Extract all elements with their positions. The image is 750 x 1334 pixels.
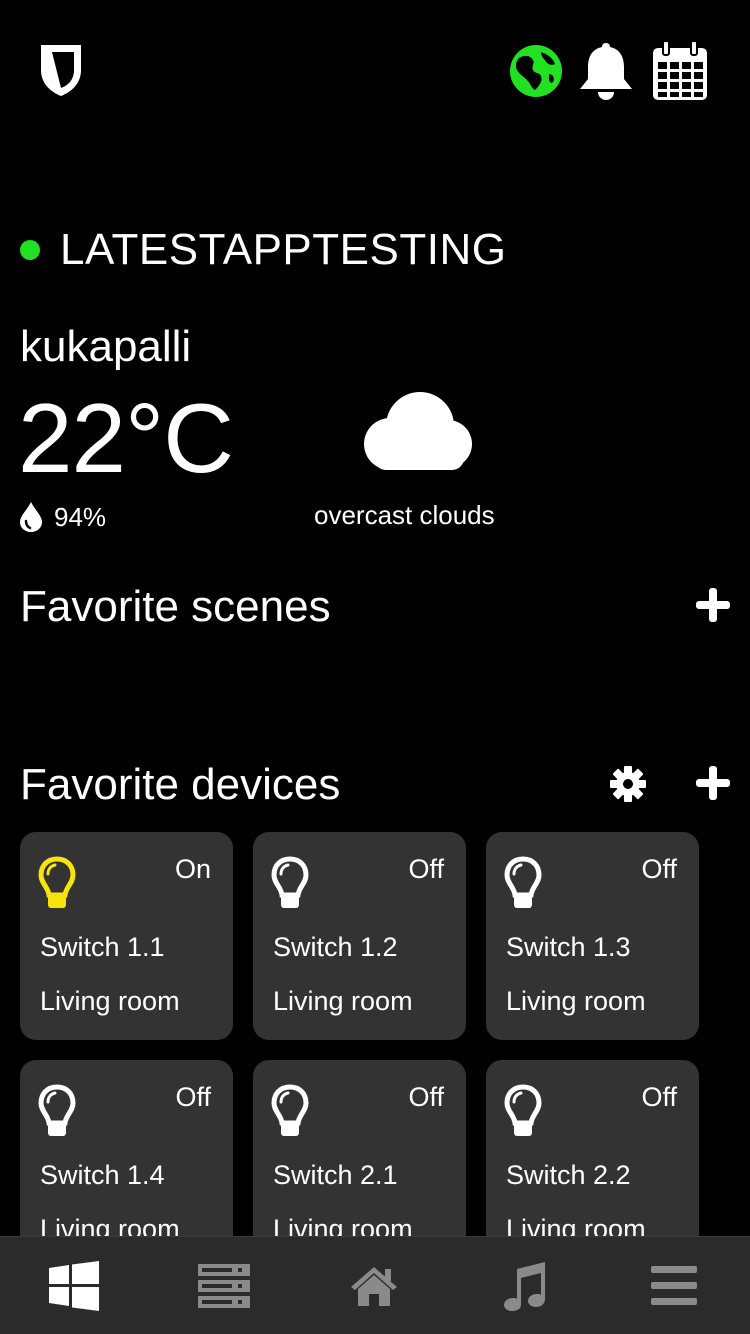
home-name: LATESTAPPTESTING [60,225,507,274]
weather-temperature: 22°C [18,383,234,493]
humidity-value: 94% [54,501,107,532]
device-name: Switch 1.4 [40,1160,165,1190]
device-state: Off [175,1082,211,1112]
tab-dashboard[interactable] [44,1259,104,1313]
water-drop-icon [20,502,42,532]
plus-icon [696,766,730,800]
plus-icon [696,588,730,622]
bell-icon[interactable] [576,40,636,102]
device-state: On [174,854,211,884]
device-room: Living room [40,986,180,1016]
device-room: Living room [273,1214,413,1236]
home-icon [351,1267,397,1306]
cloud-icon [360,388,475,474]
bottom-tab-bar [0,1236,750,1334]
server-rack-icon [198,1264,250,1308]
device-card[interactable]: Off Switch 2.1 Living room [253,1060,466,1236]
gear-icon [610,766,646,802]
device-name: Switch 1.2 [273,932,398,962]
menu-icon [651,1266,697,1305]
tab-menu[interactable] [644,1259,704,1313]
device-card[interactable]: Off Switch 2.2 Living room [486,1060,699,1236]
windows-icon [49,1261,99,1311]
devices-settings-button[interactable] [606,762,650,806]
top-bar [0,0,750,140]
device-card[interactable]: Off Switch 1.3 Living room [486,832,699,1040]
device-card[interactable]: Off Switch 1.4 Living room [20,1060,233,1236]
tab-home[interactable] [344,1259,404,1313]
globe-icon[interactable] [506,40,566,102]
device-room: Living room [273,986,413,1016]
add-scene-button[interactable] [690,582,736,628]
device-state: Off [641,854,677,884]
device-name: Switch 1.1 [40,932,165,962]
favorite-scenes-title: Favorite scenes [20,582,331,631]
tab-rooms[interactable] [194,1259,254,1313]
device-room: Living room [506,1214,646,1236]
device-card[interactable]: On Switch 1.1 Living room [20,832,233,1040]
device-room: Living room [506,986,646,1016]
music-icon [504,1262,545,1311]
device-name: Switch 2.1 [273,1160,398,1190]
online-status-dot [20,240,40,260]
device-state: Off [408,854,444,884]
device-state: Off [408,1082,444,1112]
device-name: Switch 2.2 [506,1160,631,1190]
tab-music[interactable] [494,1259,554,1313]
lightbulb-on-icon [38,856,76,908]
favorite-devices-grid: On Switch 1.1 Living room Off Switch 1.2… [20,832,710,1236]
weather-location: kukapalli [20,322,192,371]
favorite-devices-title: Favorite devices [20,760,341,809]
lightbulb-off-icon [38,1084,76,1136]
device-room: Living room [40,1214,180,1236]
shield-logo-icon [38,42,84,98]
weather-description: overcast clouds [314,500,495,530]
device-card[interactable]: Off Switch 1.2 Living room [253,832,466,1040]
lightbulb-off-icon [504,856,542,908]
lightbulb-off-icon [271,1084,309,1136]
calendar-icon[interactable] [650,40,710,102]
lightbulb-off-icon [271,856,309,908]
add-device-button[interactable] [690,760,736,806]
weather-humidity: 94% [18,500,106,534]
device-name: Switch 1.3 [506,932,631,962]
device-state: Off [641,1082,677,1112]
lightbulb-off-icon [504,1084,542,1136]
home-status-row[interactable]: LATESTAPPTESTING [20,222,506,278]
